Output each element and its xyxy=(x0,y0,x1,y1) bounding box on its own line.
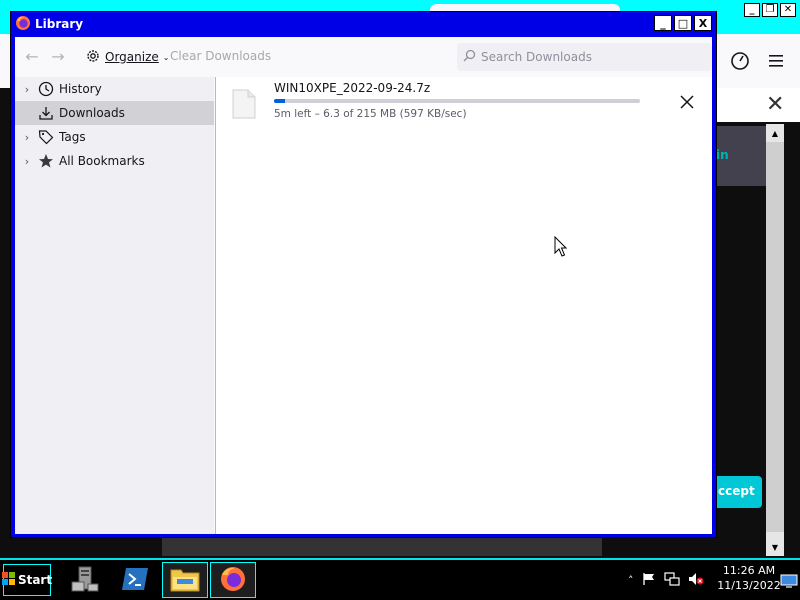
sidebar-item-tags[interactable]: › Tags xyxy=(15,125,214,149)
sidebar-item-label: All Bookmarks xyxy=(59,154,145,168)
library-titlebar: Library xyxy=(15,13,83,35)
search-icon xyxy=(463,49,476,65)
library-toolbar: ← → Organize ⌄ Clear Downloads xyxy=(15,37,712,77)
tag-icon xyxy=(36,129,56,145)
expand-chevron-icon[interactable]: › xyxy=(18,131,36,144)
start-label: Start xyxy=(17,573,53,587)
server-manager-icon xyxy=(70,564,100,597)
search-box[interactable] xyxy=(457,43,712,71)
taskbar: Start ˄ 11:26 AM 11/13/2022 xyxy=(0,558,800,600)
window-controls: _ □ X xyxy=(654,15,712,31)
powershell-icon xyxy=(121,567,149,594)
accept-button-label: ccept xyxy=(718,484,755,498)
firefox-icon xyxy=(219,565,247,596)
taskbar-firefox[interactable] xyxy=(210,562,256,598)
page-bottom-strip xyxy=(162,538,602,556)
sidebar-item-downloads[interactable]: Downloads xyxy=(15,101,214,125)
clock-icon xyxy=(36,81,56,97)
browser-restore-button[interactable]: ❐ xyxy=(762,3,778,17)
maximize-button[interactable]: □ xyxy=(674,15,692,31)
file-explorer-icon xyxy=(169,565,201,596)
show-hidden-icons-icon[interactable]: ˄ xyxy=(628,574,634,587)
sidebar-item-label: History xyxy=(59,82,102,96)
chevron-down-icon: ⌄ xyxy=(162,52,170,62)
file-icon xyxy=(232,89,256,122)
sidebar-item-history[interactable]: › History xyxy=(15,77,214,101)
browser-close-button[interactable]: ✕ xyxy=(780,3,796,17)
taskbar-clock[interactable]: 11:26 AM 11/13/2022 xyxy=(714,563,784,593)
gear-icon xyxy=(85,48,101,67)
taskbar-server-manager[interactable] xyxy=(62,562,108,598)
library-body: ← → Organize ⌄ Clear Downloads › xyxy=(15,37,712,534)
sidebar-item-label: Tags xyxy=(59,130,86,144)
forward-button[interactable]: → xyxy=(47,45,69,67)
scrollbar-thumb[interactable] xyxy=(766,142,784,532)
page-banner-text: in xyxy=(716,148,729,162)
windows-logo-icon xyxy=(1,571,16,589)
mouse-cursor-icon xyxy=(554,235,568,261)
organize-button[interactable]: Organize ⌄ xyxy=(85,46,169,68)
download-filename: WIN10XPE_2022-09-24.7z xyxy=(274,81,431,95)
window-title: Library xyxy=(35,17,84,31)
star-icon xyxy=(36,153,56,169)
library-sidebar: › History Downloads › Tags › All Bookmar… xyxy=(15,77,214,534)
browser-minimize-button[interactable]: _ xyxy=(744,3,760,17)
scroll-down-icon[interactable]: ▼ xyxy=(766,538,784,556)
menu-icon[interactable] xyxy=(763,48,789,74)
close-button[interactable]: X xyxy=(694,15,712,31)
taskbar-file-explorer[interactable] xyxy=(162,562,208,598)
expand-chevron-icon[interactable]: › xyxy=(18,83,36,96)
download-icon xyxy=(36,105,56,121)
sidebar-item-label: Downloads xyxy=(59,106,125,120)
search-input[interactable] xyxy=(479,47,704,67)
scroll-up-icon[interactable]: ▲ xyxy=(766,124,784,142)
back-button[interactable]: ← xyxy=(21,45,43,67)
speed-dial-icon[interactable] xyxy=(727,48,753,74)
action-center-flag-icon[interactable] xyxy=(642,572,656,589)
clear-downloads-button[interactable]: Clear Downloads xyxy=(170,49,271,63)
network-icon[interactable] xyxy=(663,571,680,589)
download-item[interactable]: WIN10XPE_2022-09-24.7z 5m left – 6.3 of … xyxy=(216,77,713,129)
notification-close-icon[interactable]: ✕ xyxy=(766,92,784,117)
organize-label: Organize xyxy=(105,50,159,64)
cancel-download-button[interactable] xyxy=(676,91,698,113)
downloads-list: WIN10XPE_2022-09-24.7z 5m left – 6.3 of … xyxy=(215,77,712,534)
download-progress-fill xyxy=(274,99,285,103)
taskbar-powershell[interactable] xyxy=(112,562,158,598)
page-banner: in xyxy=(716,126,768,186)
download-progress-bar xyxy=(274,99,640,103)
expand-chevron-icon[interactable]: › xyxy=(18,155,36,168)
system-tray: ˄ xyxy=(628,564,704,596)
library-window: Library _ □ X ← → Organize ⌄ Clear Downl… xyxy=(10,11,717,538)
firefox-icon xyxy=(15,15,31,34)
show-desktop-icon[interactable] xyxy=(780,574,798,588)
close-icon xyxy=(680,95,694,109)
minimize-button[interactable]: _ xyxy=(654,15,672,31)
sidebar-item-all-bookmarks[interactable]: › All Bookmarks xyxy=(15,149,214,173)
page-scrollbar[interactable]: ▲ ▼ xyxy=(766,124,784,556)
clock-time: 11:26 AM xyxy=(722,564,776,577)
start-button[interactable]: Start xyxy=(1,564,53,596)
clock-date: 11/13/2022 xyxy=(717,579,781,592)
download-status: 5m left – 6.3 of 215 MB (597 KB/sec) xyxy=(274,108,467,120)
volume-muted-icon[interactable] xyxy=(688,572,704,589)
notification-bar: ✕ xyxy=(716,88,800,122)
